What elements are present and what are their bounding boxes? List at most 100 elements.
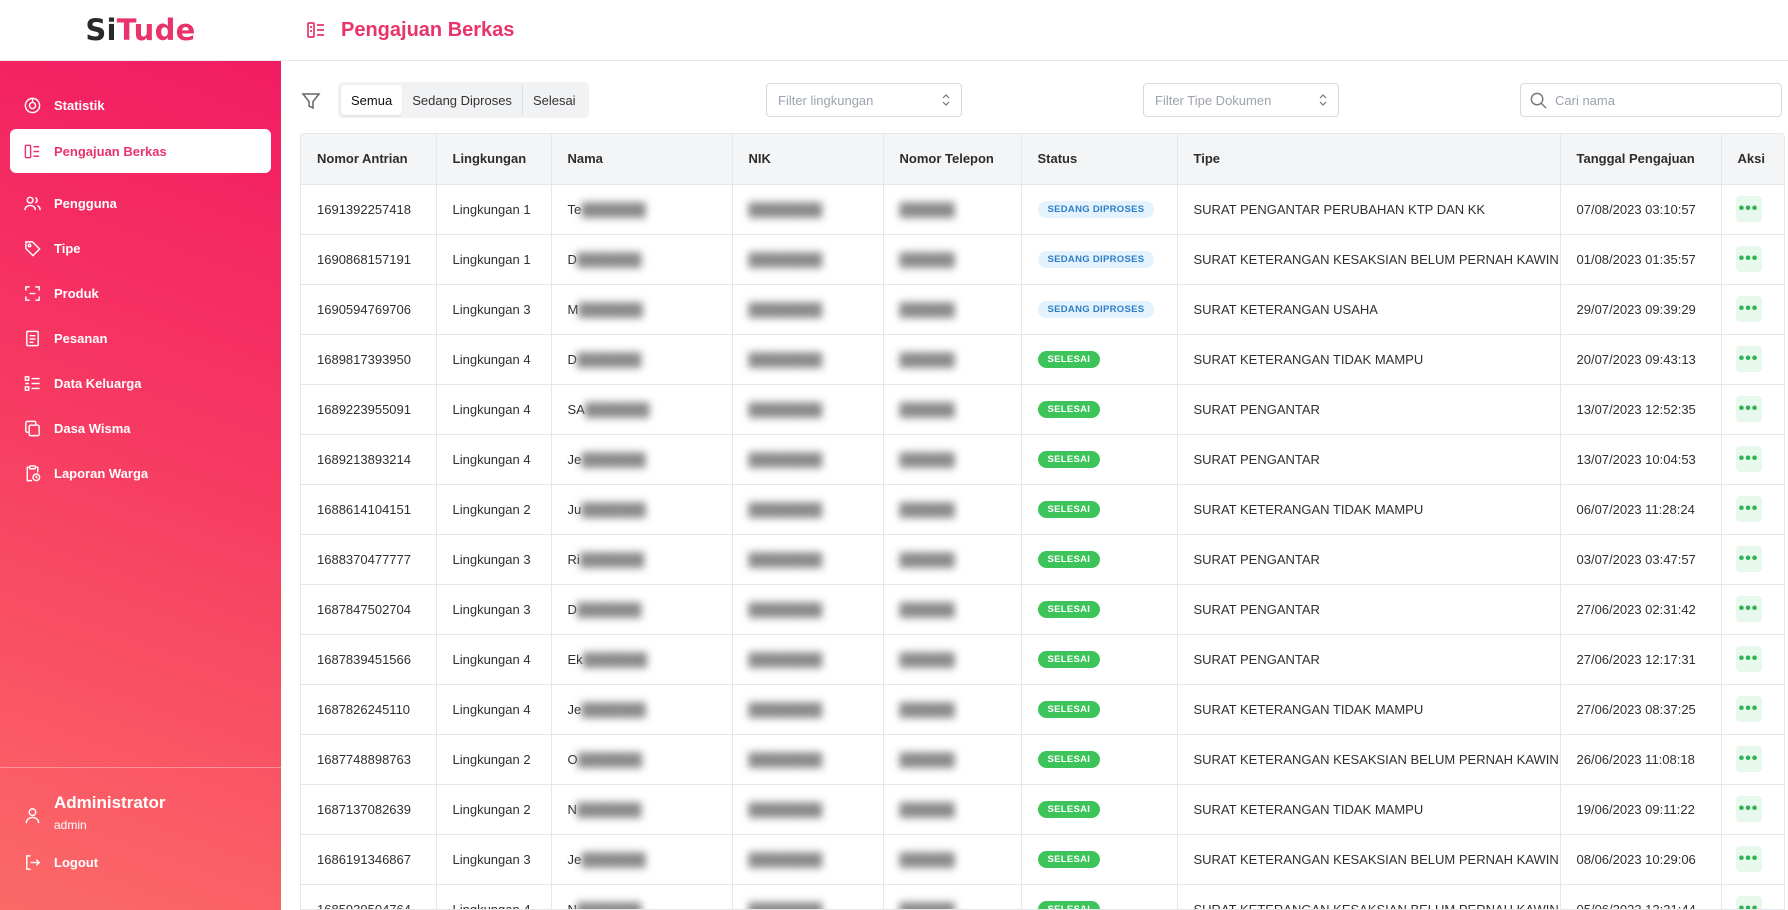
user-profile[interactable]: Administrator admin bbox=[0, 793, 281, 832]
cell-nomor-antrian: 1689223955091 bbox=[301, 384, 437, 435]
redacted-name-block: ███████ bbox=[576, 801, 642, 817]
cell-tanggal-pengajuan: 07/08/2023 03:10:57 bbox=[1560, 184, 1722, 235]
cell-lingkungan: Lingkungan 4 bbox=[436, 634, 552, 685]
more-actions-button[interactable]: ••• bbox=[1735, 746, 1762, 772]
cell-tipe: SURAT KETERANGAN KESAKSIAN BELUM PERNAH … bbox=[1177, 734, 1561, 785]
toolbar: Semua Sedang Diproses Selesai Filter lin… bbox=[300, 81, 1785, 119]
more-actions-button[interactable]: ••• bbox=[1735, 596, 1762, 622]
table-row[interactable]: 1687839451566 Lingkungan 4 Ek███████ ██████… bbox=[301, 634, 1784, 685]
tab-semua[interactable]: Semua bbox=[341, 85, 403, 115]
tab-selesai[interactable]: Selesai bbox=[523, 85, 586, 115]
cell-nomor-telepon: ██████ bbox=[883, 184, 1022, 235]
table-row[interactable]: 1689817393950 Lingkungan 4 D███████ ███████… bbox=[301, 334, 1784, 385]
cell-lingkungan: Lingkungan 3 bbox=[436, 584, 552, 635]
more-actions-button[interactable]: ••• bbox=[1735, 546, 1762, 572]
cell-tipe: SURAT KETERANGAN USAHA bbox=[1177, 284, 1561, 335]
file-inbox-icon bbox=[23, 142, 42, 161]
sidebar-item-pesanan[interactable]: Pesanan bbox=[0, 316, 281, 361]
sidebar-item-laporan-warga[interactable]: Laporan Warga bbox=[0, 451, 281, 496]
table-row[interactable]: 1686191346867 Lingkungan 3 Je███████ ██████… bbox=[301, 834, 1784, 885]
sidebar-item-pengajuan-berkas[interactable]: Pengajuan Berkas bbox=[10, 129, 271, 173]
table-row[interactable]: 1690868157191 Lingkungan 1 D███████ ███████… bbox=[301, 234, 1784, 285]
more-actions-button[interactable]: ••• bbox=[1735, 246, 1762, 272]
cell-tanggal-pengajuan: 27/06/2023 02:31:42 bbox=[1560, 584, 1722, 635]
table-row[interactable]: 1688614104151 Lingkungan 2 Ju███████ ██████… bbox=[301, 484, 1784, 535]
table-row[interactable]: 1687137082639 Lingkungan 2 N███████ ███████… bbox=[301, 784, 1784, 835]
column-header-tanggal-pengajuan[interactable]: Tanggal Pengajuan bbox=[1560, 134, 1722, 185]
redacted-nik-block: ████████ bbox=[748, 801, 823, 817]
cell-nomor-telepon: ██████ bbox=[883, 784, 1022, 835]
cell-tipe: SURAT PENGANTAR bbox=[1177, 384, 1561, 435]
cell-status: SELESAI bbox=[1021, 484, 1178, 535]
logout-button[interactable]: Logout bbox=[0, 853, 281, 872]
tab-sedang-diproses[interactable]: Sedang Diproses bbox=[402, 85, 523, 115]
more-actions-button[interactable]: ••• bbox=[1735, 846, 1762, 872]
cell-aksi: ••• bbox=[1721, 384, 1784, 435]
cell-nik: ████████ bbox=[732, 234, 884, 285]
column-header-tipe[interactable]: Tipe bbox=[1177, 134, 1561, 185]
cell-nik: ████████ bbox=[732, 534, 884, 585]
redacted-name-block: ███████ bbox=[584, 401, 650, 417]
redacted-name-block: ███████ bbox=[578, 301, 643, 317]
table-row[interactable]: 1691392257418 Lingkungan 1 Te███████ ██████… bbox=[301, 184, 1784, 235]
cell-nik: ████████ bbox=[732, 734, 884, 785]
cell-lingkungan: Lingkungan 4 bbox=[436, 884, 552, 909]
cell-aksi: ••• bbox=[1721, 484, 1784, 535]
cell-status: SELESAI bbox=[1021, 784, 1178, 835]
sidebar-item-tipe[interactable]: Tipe bbox=[0, 226, 281, 271]
table-row[interactable]: 1689223955091 Lingkungan 4 SA███████ ██████… bbox=[301, 384, 1784, 435]
column-header-nomor-telepon[interactable]: Nomor Telepon bbox=[883, 134, 1022, 185]
column-header-aksi[interactable]: Aksi bbox=[1721, 134, 1784, 185]
sidebar-item-data-keluarga[interactable]: Data Keluarga bbox=[0, 361, 281, 406]
app-logo[interactable]: SiTude bbox=[85, 13, 195, 47]
select-chevron-icon bbox=[941, 93, 951, 107]
cell-status: SEDANG DIPROSES bbox=[1021, 234, 1178, 285]
cell-nama: D███████ bbox=[551, 234, 733, 285]
table-row[interactable]: 1687847502704 Lingkungan 3 D███████ ███████… bbox=[301, 584, 1784, 635]
search-input[interactable]: Cari nama bbox=[1520, 83, 1782, 117]
cell-tipe: SURAT KETERANGAN KESAKSIAN BELUM PERNAH … bbox=[1177, 834, 1561, 885]
cell-nomor-telepon: ██████ bbox=[883, 334, 1022, 385]
filter-tipe-select[interactable]: Filter Tipe Dokumen bbox=[1143, 83, 1339, 117]
more-actions-button[interactable]: ••• bbox=[1735, 796, 1762, 822]
table-row[interactable]: 1689213893214 Lingkungan 4 Je███████ ██████… bbox=[301, 434, 1784, 485]
cell-lingkungan: Lingkungan 4 bbox=[436, 684, 552, 735]
column-header-status[interactable]: Status bbox=[1021, 134, 1178, 185]
column-header-nama[interactable]: Nama bbox=[551, 134, 733, 185]
filter-lingkungan-select[interactable]: Filter lingkungan bbox=[766, 83, 962, 117]
filter-tipe-placeholder: Filter Tipe Dokumen bbox=[1155, 92, 1272, 108]
sidebar-item-pengguna[interactable]: Pengguna bbox=[0, 181, 281, 226]
more-actions-button[interactable]: ••• bbox=[1735, 896, 1762, 909]
more-actions-button[interactable]: ••• bbox=[1735, 396, 1762, 422]
sidebar-nav: Statistik Pengajuan Berkas Pengguna Tipe Pro… bbox=[0, 61, 281, 496]
table-row[interactable]: 1688370477777 Lingkungan 3 Ri███████ ██████… bbox=[301, 534, 1784, 585]
sidebar-item-statistik[interactable]: Statistik bbox=[0, 83, 281, 128]
cell-nomor-antrian: 1685939504764 bbox=[301, 884, 437, 909]
table-row[interactable]: 1685939504764 Lingkungan 4 N███████ ███████… bbox=[301, 884, 1784, 909]
more-actions-button[interactable]: ••• bbox=[1735, 296, 1762, 322]
cell-nomor-telepon: ██████ bbox=[883, 834, 1022, 885]
sidebar-item-dasa-wisma[interactable]: Dasa Wisma bbox=[0, 406, 281, 451]
table-row[interactable]: 1690594769706 Lingkungan 3 M███████ ███████… bbox=[301, 284, 1784, 335]
page-header: Pengajuan Berkas bbox=[281, 0, 1788, 61]
cell-status: SELESAI bbox=[1021, 684, 1178, 735]
filter-icon[interactable] bbox=[300, 90, 322, 112]
cell-tanggal-pengajuan: 19/06/2023 09:11:22 bbox=[1560, 784, 1722, 835]
column-header-nomor-antrian[interactable]: Nomor Antrian bbox=[301, 134, 437, 185]
nama-visible-prefix: D bbox=[567, 251, 577, 267]
more-actions-button[interactable]: ••• bbox=[1735, 446, 1762, 472]
sidebar-item-produk[interactable]: Produk bbox=[0, 271, 281, 316]
more-actions-button[interactable]: ••• bbox=[1735, 346, 1762, 372]
column-header-nik[interactable]: NIK bbox=[732, 134, 884, 185]
more-actions-button[interactable]: ••• bbox=[1735, 196, 1762, 222]
nama-visible-prefix: Je bbox=[567, 851, 582, 867]
cell-nik: ████████ bbox=[732, 584, 884, 635]
table-row[interactable]: 1687748898763 Lingkungan 2 O███████ ███████… bbox=[301, 734, 1784, 785]
table-row[interactable]: 1687826245110 Lingkungan 4 Je███████ ██████… bbox=[301, 684, 1784, 735]
more-actions-button[interactable]: ••• bbox=[1735, 496, 1762, 522]
more-actions-button[interactable]: ••• bbox=[1735, 646, 1762, 672]
more-actions-button[interactable]: ••• bbox=[1735, 696, 1762, 722]
page-title: Pengajuan Berkas bbox=[341, 18, 515, 41]
column-header-lingkungan[interactable]: Lingkungan bbox=[436, 134, 552, 185]
redacted-name-block: ███████ bbox=[581, 201, 646, 217]
